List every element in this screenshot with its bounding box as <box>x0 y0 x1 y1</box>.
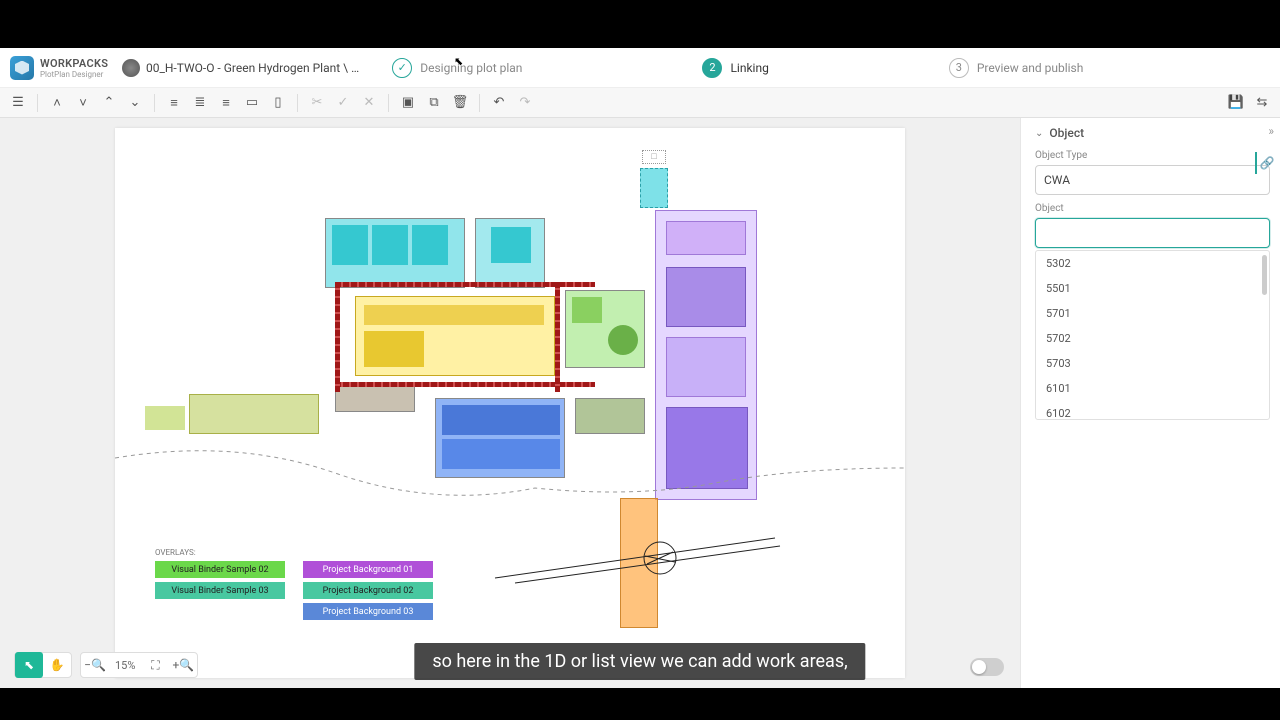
distribute-h-icon[interactable]: ▭ <box>242 93 262 113</box>
zoom-level: 15% <box>109 659 141 672</box>
dropdown-option[interactable]: 5701 <box>1036 301 1269 326</box>
pan-tool-icon[interactable]: ✋ <box>43 652 71 678</box>
dropdown-option[interactable]: 6101 <box>1036 376 1269 401</box>
properties-panel: » ⌄ Object Object Type CWA Object 5302 5… <box>1020 118 1280 688</box>
copy-icon[interactable]: ⧉ <box>424 93 444 113</box>
toolbar: ☰ ˄ ˅ ⌃ ⌄ ≡ ≣ ≡ ▭ ▯ ✂ ✓ ✕ ▣ ⧉ 🗑 ↶ ↷ 💾 ⇆ <box>0 88 1280 118</box>
undo-icon[interactable]: ↶ <box>489 93 509 113</box>
to-bottom-icon[interactable]: ⌄ <box>125 93 145 113</box>
redo-icon[interactable]: ↷ <box>515 93 535 113</box>
overlay-chip[interactable]: Project Background 02 <box>303 582 433 599</box>
object-label: Object <box>1035 203 1270 214</box>
cut-icon[interactable]: ✂ <box>307 93 327 113</box>
zone-purple[interactable] <box>655 210 757 500</box>
dropdown-option[interactable]: 6102 <box>1036 401 1269 420</box>
brand-subtitle: PlotPlan Designer <box>40 70 108 79</box>
zone-cyan-a[interactable] <box>325 218 465 288</box>
app-window: WORKPACKS PlotPlan Designer 00_H-TWO-O -… <box>0 48 1280 688</box>
panel-side-tabs: 🔗 <box>1251 152 1280 174</box>
plot-plan-sheet[interactable]: □ <box>115 128 905 678</box>
confirm-icon[interactable]: ✓ <box>333 93 353 113</box>
step-label: Designing plot plan <box>420 61 522 75</box>
collapse-panel-icon[interactable]: » <box>1268 124 1274 138</box>
dropdown-option[interactable]: 5703 <box>1036 351 1269 376</box>
to-top-icon[interactable]: ⌃ <box>99 93 119 113</box>
letterbox-bottom <box>0 688 1280 720</box>
panel-section-header[interactable]: ⌄ Object <box>1035 126 1270 140</box>
sync-icon[interactable]: ⇆ <box>1252 93 1272 113</box>
align-left-icon[interactable]: ≡ <box>164 93 184 113</box>
zoom-pill: −🔍 15% ⛶ +🔍 <box>80 652 198 678</box>
jetty-structure[interactable] <box>620 498 658 628</box>
dropdown-option[interactable]: 5501 <box>1036 276 1269 301</box>
object-type-select[interactable]: CWA <box>1035 165 1270 195</box>
move-down-icon[interactable]: ˅ <box>73 93 93 113</box>
object-type-label: Object Type <box>1035 150 1270 161</box>
video-caption: so here in the 1D or list view we can ad… <box>414 643 865 680</box>
zone-yellow[interactable] <box>355 296 555 376</box>
overlay-chip[interactable]: Project Background 01 <box>303 561 433 578</box>
plant-layout <box>325 218 765 498</box>
step-designing[interactable]: ✓ Designing plot plan <box>392 58 522 78</box>
dropdown-option[interactable]: 5702 <box>1036 326 1269 351</box>
project-breadcrumb[interactable]: 00_H-TWO-O - Green Hydrogen Plant \ 0… <box>122 59 362 77</box>
zoom-out-icon[interactable]: −🔍 <box>81 652 109 678</box>
tool-mode-pill: ⬉ ✋ <box>14 652 72 678</box>
west-wing[interactable] <box>145 394 325 444</box>
overlay-chip[interactable]: Visual Binder Sample 02 <box>155 561 285 578</box>
new-shape-handle[interactable]: □ <box>642 150 666 164</box>
object-input[interactable] <box>1044 226 1261 240</box>
overlays-legend: OVERLAYS: Visual Binder Sample 02 Projec… <box>155 548 433 624</box>
align-right-icon[interactable]: ≡ <box>216 93 236 113</box>
object-search-input[interactable] <box>1035 218 1270 248</box>
link-tab-icon[interactable]: 🔗 <box>1255 152 1277 174</box>
app-logo-icon <box>10 56 34 80</box>
save-icon[interactable]: 💾 <box>1226 93 1246 113</box>
brand-title: WORKPACKS <box>40 57 108 70</box>
chevron-down-icon: ⌄ <box>1035 128 1043 139</box>
zone-blue[interactable] <box>435 398 565 478</box>
overlays-heading: OVERLAYS: <box>155 548 433 557</box>
canvas-bottom-controls: ⬉ ✋ −🔍 15% ⛶ +🔍 <box>14 652 198 678</box>
view-toggle[interactable] <box>970 658 1004 676</box>
zone-inlet[interactable] <box>640 168 668 208</box>
pointer-tool-icon[interactable]: ⬉ <box>15 652 43 678</box>
step-number: 3 <box>949 58 969 78</box>
move-up-icon[interactable]: ˄ <box>47 93 67 113</box>
header-bar: WORKPACKS PlotPlan Designer 00_H-TWO-O -… <box>0 48 1280 88</box>
step-label: Linking <box>730 61 768 75</box>
overlay-chip[interactable]: Visual Binder Sample 03 <box>155 582 285 599</box>
zoom-in-icon[interactable]: +🔍 <box>169 652 197 678</box>
dropdown-option[interactable]: 5302 <box>1036 251 1269 276</box>
canvas-viewport[interactable]: □ <box>0 118 1020 688</box>
main-area: □ <box>0 118 1280 688</box>
layers-icon[interactable]: ☰ <box>8 93 28 113</box>
align-center-icon[interactable]: ≣ <box>190 93 210 113</box>
distribute-v-icon[interactable]: ▯ <box>268 93 288 113</box>
overlay-chip[interactable]: Project Background 03 <box>303 603 433 620</box>
step-label: Preview and publish <box>977 61 1084 75</box>
wizard-steps: ✓ Designing plot plan 2 Linking 3 Previe… <box>362 58 1270 78</box>
project-name: 00_H-TWO-O - Green Hydrogen Plant \ 0… <box>146 61 362 75</box>
zone-green[interactable] <box>565 290 645 368</box>
scrollbar[interactable] <box>1262 255 1267 295</box>
object-dropdown[interactable]: 5302 5501 5701 5702 5703 6101 6102 6103 <box>1035 250 1270 420</box>
letterbox-top <box>0 0 1280 48</box>
brand-block: WORKPACKS PlotPlan Designer <box>40 57 108 79</box>
step-preview[interactable]: 3 Preview and publish <box>949 58 1084 78</box>
cancel-icon[interactable]: ✕ <box>359 93 379 113</box>
zone-olive[interactable] <box>575 398 645 434</box>
step-number: 2 <box>702 58 722 78</box>
step-linking[interactable]: 2 Linking <box>702 58 768 78</box>
check-icon: ✓ <box>392 58 412 78</box>
fit-screen-icon[interactable]: ⛶ <box>141 652 169 678</box>
zone-cyan-b[interactable] <box>475 218 545 288</box>
project-avatar-icon <box>122 59 140 77</box>
image-icon[interactable]: ▣ <box>398 93 418 113</box>
zone-tan[interactable] <box>335 382 415 412</box>
delete-icon[interactable]: 🗑 <box>450 93 470 113</box>
